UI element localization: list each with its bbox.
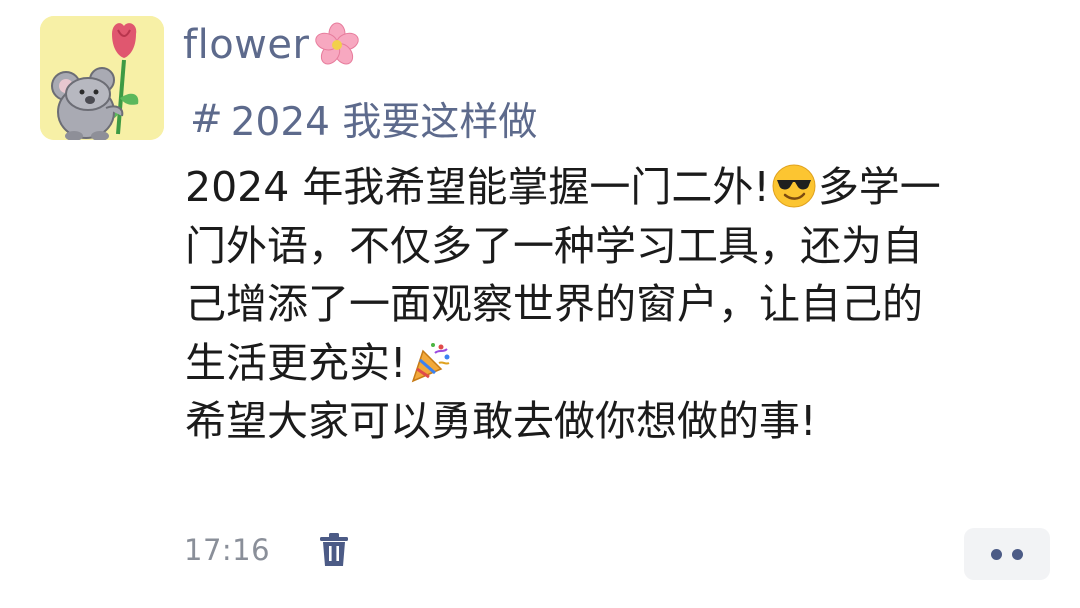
trash-icon [320, 533, 349, 566]
hash-symbol: # [190, 96, 223, 142]
content-line: 生活更充实! [185, 334, 1065, 393]
content-line: 己增添了一面观察世界的窗户，让自己的 [185, 280, 923, 328]
more-button[interactable] [964, 528, 1050, 580]
post-content: 2024 年我希望能掌握一门二外! 多学一 门外语，不仅多了一种学习工具，还为自… [185, 158, 1065, 451]
topic-label: 2024 我要这样做 [230, 100, 538, 145]
topic-tag[interactable]: # 2024 我要这样做 [190, 92, 537, 146]
party-popper-icon [412, 342, 450, 382]
content-line: 门外语，不仅多了一种学习工具，还为自 [185, 221, 923, 270]
koala-holding-rose-avatar [40, 16, 164, 140]
content-line: 2024 年我希望能掌握一门二外! 多学一 [185, 158, 1065, 217]
dot [991, 548, 1002, 560]
content-text: 生活更充实! [185, 338, 407, 387]
avatar[interactable] [40, 16, 164, 140]
post-meta: 17:16 [184, 528, 354, 572]
sunglasses-face-icon [772, 164, 816, 208]
content-text: 2024 年我希望能掌握一门二外! [185, 163, 770, 211]
timestamp: 17:16 [184, 533, 271, 567]
dot [1012, 548, 1023, 560]
content-line: 希望大家可以勇敢去做你想做的事! [185, 397, 817, 445]
moment-post: flower # 2024 我要这样做 2024 年我希望能掌握一门二外! 多学… [0, 0, 1080, 608]
content-text: 多学一 [817, 163, 941, 211]
cherry-blossom-icon [315, 22, 360, 65]
username-label: flower [183, 22, 310, 68]
delete-button[interactable] [314, 528, 354, 572]
more-dots-icon [986, 548, 1028, 560]
username[interactable]: flower [183, 16, 361, 74]
